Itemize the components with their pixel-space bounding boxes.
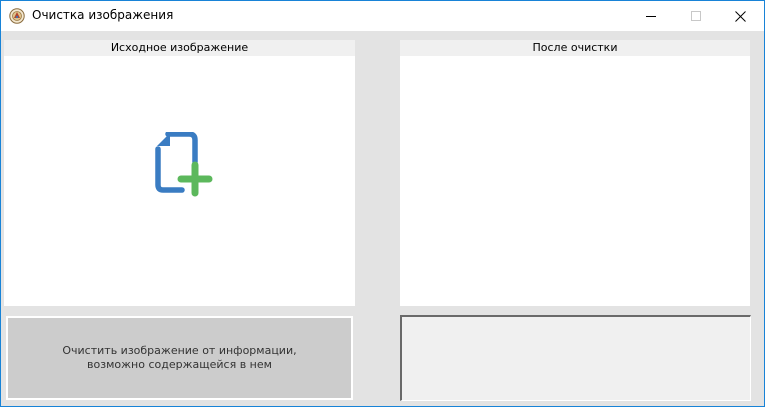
cleaned-image-header: После очистки [400, 40, 750, 56]
maximize-button[interactable] [673, 1, 718, 31]
close-icon [735, 10, 746, 22]
source-image-panel[interactable]: Исходное изображение [4, 40, 355, 306]
clean-image-button-label: Очистить изображение от информации, возм… [62, 344, 297, 371]
source-image-header: Исходное изображение [4, 40, 355, 56]
app-window: Очистка изображения Исходное изображение [0, 0, 765, 407]
title-bar[interactable]: Очистка изображения [1, 1, 764, 31]
app-icon[interactable] [9, 8, 25, 24]
client-area: Исходное изображение После очистки Очист… [1, 31, 764, 406]
minimize-icon [645, 16, 656, 17]
result-output-box[interactable] [400, 315, 751, 401]
window-title: Очистка изображения [32, 8, 174, 22]
add-file-icon[interactable] [150, 131, 216, 198]
clean-image-button[interactable]: Очистить изображение от информации, возм… [6, 316, 353, 400]
minimize-button[interactable] [628, 1, 673, 31]
maximize-icon [690, 11, 701, 21]
close-button[interactable] [718, 1, 763, 31]
cleaned-image-panel: После очистки [400, 40, 750, 306]
